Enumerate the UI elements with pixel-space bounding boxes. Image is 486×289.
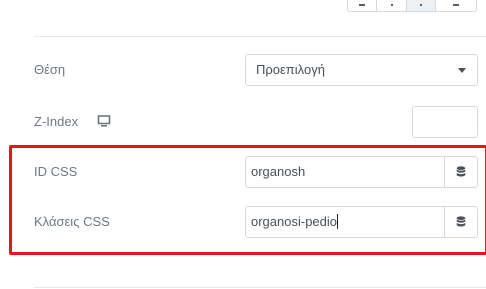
position-select[interactable]: Προεπιλογή	[245, 54, 478, 86]
css-classes-label: Κλάσεις CSS	[34, 214, 110, 229]
zindex-label: Z-Index	[34, 114, 79, 129]
segment-1[interactable]	[348, 0, 378, 11]
css-id-label: ID CSS	[34, 164, 78, 179]
database-icon	[456, 166, 466, 177]
css-classes-value: organosi-pedio	[251, 214, 338, 229]
section-divider-top	[34, 36, 486, 37]
position-label: Θέση	[34, 62, 66, 77]
position-select-value: Προεπιλογή	[256, 62, 325, 77]
css-id-input[interactable]: organosh	[246, 157, 444, 187]
segment-3[interactable]	[406, 0, 437, 11]
chevron-down-icon	[458, 68, 466, 73]
css-classes-input[interactable]: organosi-pedio	[246, 207, 444, 237]
zindex-input[interactable]	[412, 106, 478, 138]
section-divider-bottom	[34, 287, 486, 288]
css-id-field[interactable]: organosh	[245, 156, 478, 188]
dynamic-tags-button[interactable]	[444, 157, 477, 187]
database-icon	[456, 216, 466, 227]
css-classes-field[interactable]: organosi-pedio	[245, 206, 478, 238]
segment-2[interactable]	[377, 0, 407, 11]
top-segmented-control[interactable]	[347, 0, 477, 12]
text-cursor	[337, 214, 339, 229]
desktop-monitor-icon[interactable]	[97, 114, 111, 128]
dynamic-tags-button[interactable]	[444, 207, 477, 237]
segment-4[interactable]	[436, 0, 476, 11]
